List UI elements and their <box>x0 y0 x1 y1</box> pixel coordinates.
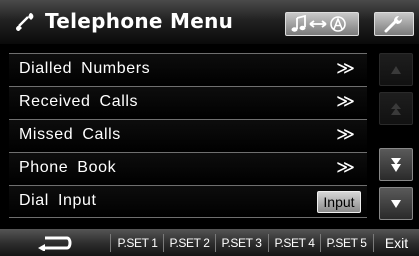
bottom-function-bar: P.SET 1 P.SET 2 P.SET 3 P.SET 4 P.SET 5 … <box>0 229 419 256</box>
menu-item-phone-book[interactable]: Phone Book ≫ <box>9 152 367 185</box>
up-arrow-icon <box>391 65 401 74</box>
audio-nav-switch-button[interactable] <box>285 12 359 36</box>
menu-item-label: Received Calls <box>19 93 139 110</box>
preset-2-button[interactable]: P.SET 2 <box>164 229 215 256</box>
scroll-down-button[interactable] <box>379 187 413 220</box>
page-up-button[interactable] <box>379 92 413 125</box>
page-down-button[interactable] <box>379 148 413 181</box>
menu-item-missed-calls[interactable]: Missed Calls ≫ <box>9 119 367 152</box>
setup-button[interactable] <box>374 12 414 36</box>
double-up-arrow-icon <box>391 102 401 115</box>
back-button[interactable] <box>0 229 110 256</box>
input-button[interactable]: Input <box>317 191 361 213</box>
title-bar: Telephone Menu <box>0 0 419 44</box>
double-chevron-right-icon: ≫ <box>336 157 355 178</box>
scroll-up-button[interactable] <box>379 53 413 86</box>
down-arrow-icon <box>391 199 401 208</box>
double-chevron-right-icon: ≫ <box>336 91 355 112</box>
telephone-handset-icon <box>16 13 34 31</box>
music-to-navigation-switch-icon <box>291 15 346 32</box>
preset-3-button[interactable]: P.SET 3 <box>216 229 267 256</box>
double-chevron-right-icon: ≫ <box>336 124 355 145</box>
return-arrow-icon <box>38 236 72 251</box>
menu-item-label: Dial Input <box>19 192 97 209</box>
menu-item-received-calls[interactable]: Received Calls ≫ <box>9 86 367 119</box>
wrench-icon <box>384 16 402 33</box>
menu-item-dial-input: Dial Input Input <box>9 185 367 218</box>
preset-5-button[interactable]: P.SET 5 <box>321 229 372 256</box>
page-title: Telephone Menu <box>45 9 234 33</box>
double-chevron-right-icon: ≫ <box>336 58 355 79</box>
menu-item-label: Missed Calls <box>19 126 121 143</box>
menu-item-dialled-numbers[interactable]: Dialled Numbers ≫ <box>9 53 367 86</box>
preset-1-button[interactable]: P.SET 1 <box>112 229 163 256</box>
preset-4-button[interactable]: P.SET 4 <box>269 229 320 256</box>
exit-button[interactable]: Exit <box>374 229 419 256</box>
telephone-menu-list: Dialled Numbers ≫ Received Calls ≫ Misse… <box>9 53 367 218</box>
menu-item-label: Phone Book <box>19 159 117 176</box>
double-down-arrow-icon <box>391 157 401 172</box>
menu-item-label: Dialled Numbers <box>19 60 151 77</box>
divider <box>110 234 111 252</box>
